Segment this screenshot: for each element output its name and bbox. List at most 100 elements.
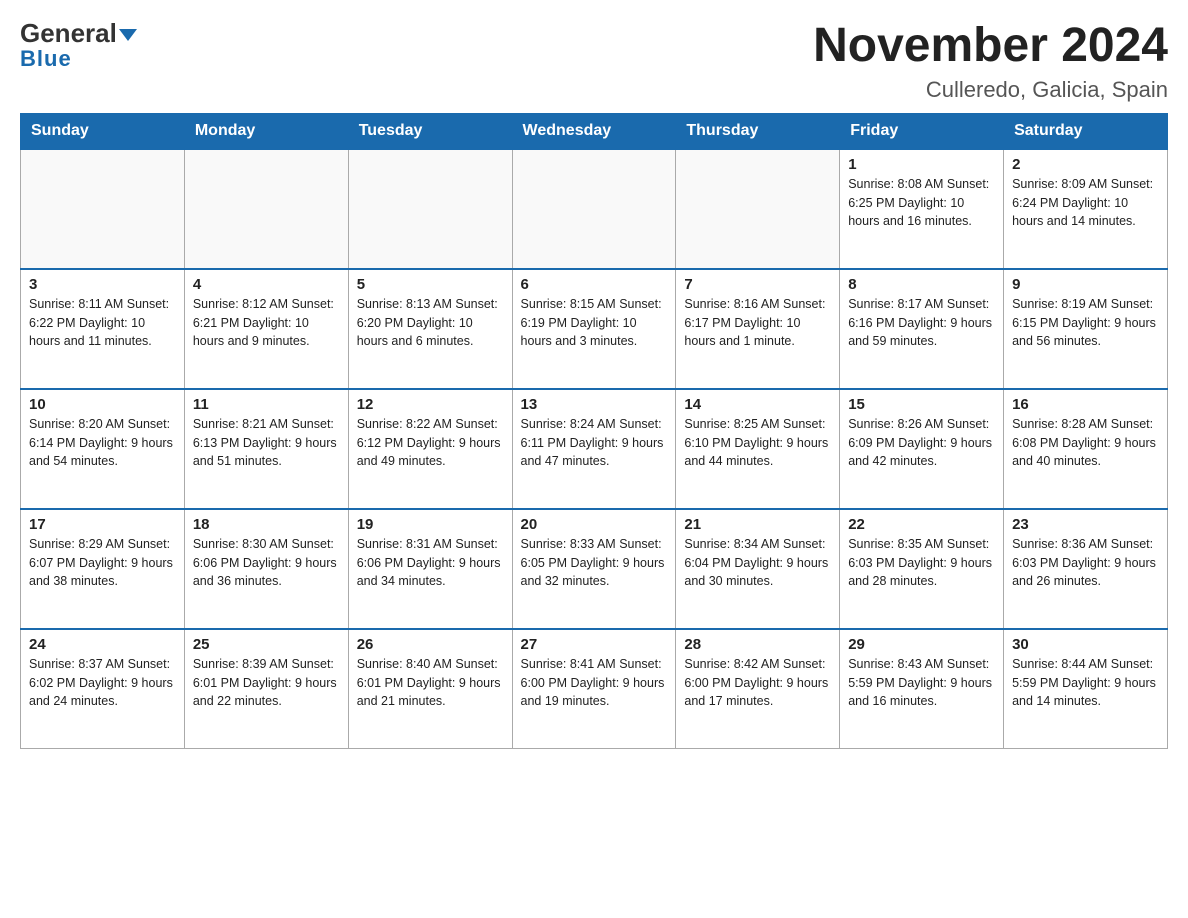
calendar-cell: 29 Sunrise: 8:43 AM Sunset: 5:59 PM Dayli… (840, 629, 1004, 749)
day-number: 7 (684, 276, 831, 293)
day-number: 28 (684, 636, 831, 653)
day-info: Sunrise: 8:21 AM Sunset: 6:13 PM Dayligh… (193, 415, 340, 471)
calendar-cell: 14 Sunrise: 8:25 AM Sunset: 6:10 PM Dayli… (676, 389, 840, 509)
logo-blue-text: Blue (20, 46, 72, 72)
day-number: 10 (29, 396, 176, 413)
page-header: General Blue November 2024 Culleredo, Ga… (20, 20, 1168, 103)
day-number: 12 (357, 396, 504, 413)
calendar-week-1: 1Sunrise: 8:08 AM Sunset: 6:25 PM Daylig… (21, 149, 1168, 269)
day-number: 17 (29, 516, 176, 533)
day-info: Sunrise: 8:30 AM Sunset: 6:06 PM Dayligh… (193, 535, 340, 591)
day-number: 22 (848, 516, 995, 533)
calendar-cell: 26 Sunrise: 8:40 AM Sunset: 6:01 PM Dayli… (348, 629, 512, 749)
calendar-subtitle: Culleredo, Galicia, Spain (813, 77, 1168, 103)
day-number: 30 (1012, 636, 1159, 653)
calendar-cell: 3Sunrise: 8:11 AM Sunset: 6:22 PM Daylig… (21, 269, 185, 389)
calendar-cell (348, 149, 512, 269)
day-info: Sunrise: 8:43 AM Sunset: 5:59 PM Dayligh… (848, 655, 995, 711)
logo: General Blue (20, 20, 137, 72)
calendar-cell: 19 Sunrise: 8:31 AM Sunset: 6:06 PM Dayli… (348, 509, 512, 629)
calendar-cell (512, 149, 676, 269)
day-info: Sunrise: 8:24 AM Sunset: 6:11 PM Dayligh… (521, 415, 668, 471)
day-info: Sunrise: 8:16 AM Sunset: 6:17 PM Dayligh… (684, 295, 831, 351)
day-info: Sunrise: 8:31 AM Sunset: 6:06 PM Dayligh… (357, 535, 504, 591)
calendar-week-4: 17 Sunrise: 8:29 AM Sunset: 6:07 PM Dayli… (21, 509, 1168, 629)
day-info: Sunrise: 8:25 AM Sunset: 6:10 PM Dayligh… (684, 415, 831, 471)
day-number: 19 (357, 516, 504, 533)
calendar-cell: 5 Sunrise: 8:13 AM Sunset: 6:20 PM Daylig… (348, 269, 512, 389)
calendar-cell: 6 Sunrise: 8:15 AM Sunset: 6:19 PM Daylig… (512, 269, 676, 389)
calendar-cell: 11 Sunrise: 8:21 AM Sunset: 6:13 PM Dayli… (184, 389, 348, 509)
calendar-week-5: 24Sunrise: 8:37 AM Sunset: 6:02 PM Dayli… (21, 629, 1168, 749)
calendar-cell: 17 Sunrise: 8:29 AM Sunset: 6:07 PM Dayli… (21, 509, 185, 629)
calendar-cell: 23 Sunrise: 8:36 AM Sunset: 6:03 PM Dayli… (1004, 509, 1168, 629)
day-number: 6 (521, 276, 668, 293)
day-number: 25 (193, 636, 340, 653)
calendar-cell: 1Sunrise: 8:08 AM Sunset: 6:25 PM Daylig… (840, 149, 1004, 269)
day-number: 11 (193, 396, 340, 413)
calendar-cell: 9Sunrise: 8:19 AM Sunset: 6:15 PM Daylig… (1004, 269, 1168, 389)
title-area: November 2024 Culleredo, Galicia, Spain (813, 20, 1168, 103)
day-info: Sunrise: 8:36 AM Sunset: 6:03 PM Dayligh… (1012, 535, 1159, 591)
day-number: 21 (684, 516, 831, 533)
calendar-header-row: SundayMondayTuesdayWednesdayThursdayFrid… (21, 113, 1168, 149)
day-info: Sunrise: 8:15 AM Sunset: 6:19 PM Dayligh… (521, 295, 668, 351)
col-header-friday: Friday (840, 113, 1004, 149)
day-info: Sunrise: 8:28 AM Sunset: 6:08 PM Dayligh… (1012, 415, 1159, 471)
calendar-cell: 28 Sunrise: 8:42 AM Sunset: 6:00 PM Dayli… (676, 629, 840, 749)
day-info: Sunrise: 8:39 AM Sunset: 6:01 PM Dayligh… (193, 655, 340, 711)
day-number: 18 (193, 516, 340, 533)
day-number: 2 (1012, 156, 1159, 173)
col-header-monday: Monday (184, 113, 348, 149)
calendar-title: November 2024 (813, 20, 1168, 73)
day-number: 26 (357, 636, 504, 653)
day-info: Sunrise: 8:34 AM Sunset: 6:04 PM Dayligh… (684, 535, 831, 591)
day-info: Sunrise: 8:35 AM Sunset: 6:03 PM Dayligh… (848, 535, 995, 591)
day-number: 8 (848, 276, 995, 293)
day-info: Sunrise: 8:44 AM Sunset: 5:59 PM Dayligh… (1012, 655, 1159, 711)
calendar-cell (184, 149, 348, 269)
logo-text: General (20, 20, 137, 46)
day-info: Sunrise: 8:17 AM Sunset: 6:16 PM Dayligh… (848, 295, 995, 351)
calendar-cell: 18 Sunrise: 8:30 AM Sunset: 6:06 PM Dayli… (184, 509, 348, 629)
calendar-cell: 30 Sunrise: 8:44 AM Sunset: 5:59 PM Dayli… (1004, 629, 1168, 749)
calendar-cell: 7 Sunrise: 8:16 AM Sunset: 6:17 PM Daylig… (676, 269, 840, 389)
day-number: 15 (848, 396, 995, 413)
col-header-saturday: Saturday (1004, 113, 1168, 149)
day-number: 1 (848, 156, 995, 173)
calendar-cell: 27Sunrise: 8:41 AM Sunset: 6:00 PM Dayli… (512, 629, 676, 749)
day-number: 20 (521, 516, 668, 533)
col-header-thursday: Thursday (676, 113, 840, 149)
day-info: Sunrise: 8:13 AM Sunset: 6:20 PM Dayligh… (357, 295, 504, 351)
day-info: Sunrise: 8:20 AM Sunset: 6:14 PM Dayligh… (29, 415, 176, 471)
calendar-week-2: 3Sunrise: 8:11 AM Sunset: 6:22 PM Daylig… (21, 269, 1168, 389)
day-info: Sunrise: 8:40 AM Sunset: 6:01 PM Dayligh… (357, 655, 504, 711)
day-info: Sunrise: 8:12 AM Sunset: 6:21 PM Dayligh… (193, 295, 340, 351)
calendar-cell: 16Sunrise: 8:28 AM Sunset: 6:08 PM Dayli… (1004, 389, 1168, 509)
calendar-cell: 8 Sunrise: 8:17 AM Sunset: 6:16 PM Daylig… (840, 269, 1004, 389)
day-number: 23 (1012, 516, 1159, 533)
calendar-cell: 25 Sunrise: 8:39 AM Sunset: 6:01 PM Dayli… (184, 629, 348, 749)
calendar-cell: 22 Sunrise: 8:35 AM Sunset: 6:03 PM Dayli… (840, 509, 1004, 629)
day-info: Sunrise: 8:29 AM Sunset: 6:07 PM Dayligh… (29, 535, 176, 591)
calendar-cell: 21 Sunrise: 8:34 AM Sunset: 6:04 PM Dayli… (676, 509, 840, 629)
day-info: Sunrise: 8:37 AM Sunset: 6:02 PM Dayligh… (29, 655, 176, 711)
day-number: 13 (521, 396, 668, 413)
day-number: 5 (357, 276, 504, 293)
day-info: Sunrise: 8:09 AM Sunset: 6:24 PM Dayligh… (1012, 175, 1159, 231)
calendar-table: SundayMondayTuesdayWednesdayThursdayFrid… (20, 113, 1168, 750)
logo-triangle-icon (119, 29, 137, 41)
calendar-cell: 15 Sunrise: 8:26 AM Sunset: 6:09 PM Dayli… (840, 389, 1004, 509)
day-info: Sunrise: 8:22 AM Sunset: 6:12 PM Dayligh… (357, 415, 504, 471)
calendar-cell: 20Sunrise: 8:33 AM Sunset: 6:05 PM Dayli… (512, 509, 676, 629)
day-number: 29 (848, 636, 995, 653)
day-number: 14 (684, 396, 831, 413)
col-header-sunday: Sunday (21, 113, 185, 149)
day-info: Sunrise: 8:11 AM Sunset: 6:22 PM Dayligh… (29, 295, 176, 351)
calendar-cell: 4 Sunrise: 8:12 AM Sunset: 6:21 PM Daylig… (184, 269, 348, 389)
day-number: 4 (193, 276, 340, 293)
calendar-cell: 13 Sunrise: 8:24 AM Sunset: 6:11 PM Dayli… (512, 389, 676, 509)
day-info: Sunrise: 8:26 AM Sunset: 6:09 PM Dayligh… (848, 415, 995, 471)
col-header-tuesday: Tuesday (348, 113, 512, 149)
day-info: Sunrise: 8:42 AM Sunset: 6:00 PM Dayligh… (684, 655, 831, 711)
